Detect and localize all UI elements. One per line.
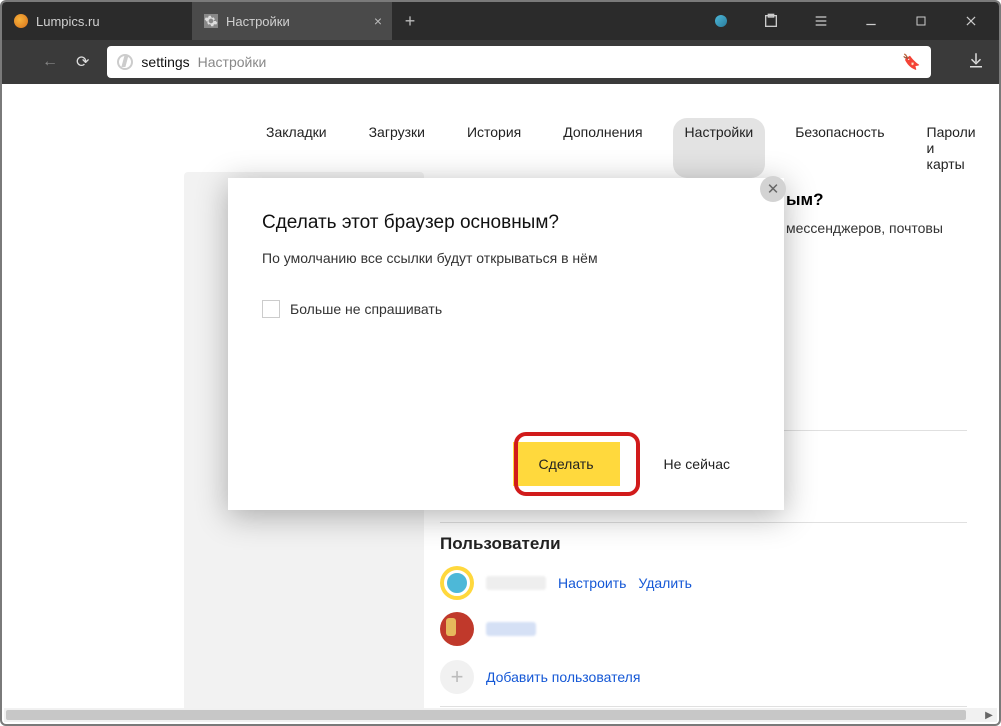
nav-settings[interactable]: Настройки	[673, 118, 766, 178]
nav-security[interactable]: Безопасность	[783, 118, 896, 178]
add-user-link[interactable]: Добавить пользователя	[486, 669, 640, 685]
panel-icon[interactable]	[749, 2, 793, 40]
scroll-right-button[interactable]: ▶	[981, 708, 997, 722]
avatar-icon	[440, 566, 474, 600]
checkbox-icon	[262, 300, 280, 318]
divider	[440, 522, 967, 523]
nav-passwords[interactable]: Пароли и карты	[915, 118, 988, 178]
default-browser-dialog: ✕ Сделать этот браузер основным? По умол…	[228, 178, 784, 510]
minimize-button[interactable]	[849, 2, 893, 40]
settings-nav: Закладки Загрузки История Дополнения Нас…	[254, 118, 987, 178]
back-button[interactable]: ←	[42, 53, 58, 71]
tab-label: Lumpics.ru	[36, 14, 100, 29]
yandex-icon	[117, 54, 133, 70]
dont-ask-checkbox[interactable]: Больше не спрашивать	[262, 300, 750, 318]
bg-heading-tail: ым?	[786, 190, 823, 210]
close-icon[interactable]: ×	[374, 13, 382, 29]
new-tab-button[interactable]: +	[392, 2, 428, 40]
url-seg2: Настройки	[198, 54, 267, 70]
add-user-row[interactable]: + Добавить пользователя	[440, 660, 640, 694]
tab-inactive[interactable]: Lumpics.ru	[2, 2, 192, 40]
configure-link[interactable]: Настроить	[558, 575, 626, 591]
url-input[interactable]: settings Настройки 🔖	[107, 46, 931, 78]
horizontal-scrollbar[interactable]: ▶	[4, 708, 997, 722]
nav-addons[interactable]: Дополнения	[551, 118, 654, 178]
user-row	[440, 612, 536, 646]
divider	[440, 706, 967, 707]
maximize-button[interactable]	[899, 2, 943, 40]
plus-icon: +	[440, 660, 474, 694]
users-heading: Пользователи	[440, 534, 561, 554]
delete-link[interactable]: Удалить	[638, 575, 691, 591]
user-name-blurred	[486, 622, 536, 636]
downloads-icon[interactable]	[967, 51, 985, 74]
gear-icon	[204, 14, 218, 28]
assistant-icon[interactable]	[699, 2, 743, 40]
page-content: Закладки Загрузки История Дополнения Нас…	[4, 84, 997, 710]
url-seg1: settings	[141, 54, 189, 70]
dont-ask-label: Больше не спрашивать	[290, 301, 442, 317]
nav-bookmarks[interactable]: Закладки	[254, 118, 339, 178]
address-bar: ← ⟳ settings Настройки 🔖	[2, 40, 999, 84]
bookmark-icon[interactable]: 🔖	[902, 53, 921, 71]
dialog-subtitle: По умолчанию все ссылки будут открыватьс…	[262, 250, 750, 266]
dialog-close-button[interactable]: ✕	[760, 176, 786, 202]
dialog-title: Сделать этот браузер основным?	[262, 212, 750, 234]
avatar-icon	[440, 612, 474, 646]
lumpics-favicon	[14, 14, 28, 28]
bg-text-tail: мессенджеров, почтовы	[786, 220, 943, 236]
titlebar: Lumpics.ru Настройки × +	[2, 2, 999, 40]
user-row: Настроить Удалить	[440, 566, 692, 600]
tab-active[interactable]: Настройки ×	[192, 2, 392, 40]
tab-label: Настройки	[226, 14, 290, 29]
scrollbar-thumb[interactable]	[6, 710, 966, 720]
close-window-button[interactable]	[949, 2, 993, 40]
nav-downloads[interactable]: Загрузки	[357, 118, 437, 178]
not-now-button[interactable]: Не сейчас	[638, 442, 756, 486]
reload-button[interactable]: ⟳	[76, 52, 89, 72]
nav-history[interactable]: История	[455, 118, 533, 178]
make-default-button[interactable]: Сделать	[513, 442, 620, 486]
menu-icon[interactable]	[799, 2, 843, 40]
user-name-blurred	[486, 576, 546, 590]
